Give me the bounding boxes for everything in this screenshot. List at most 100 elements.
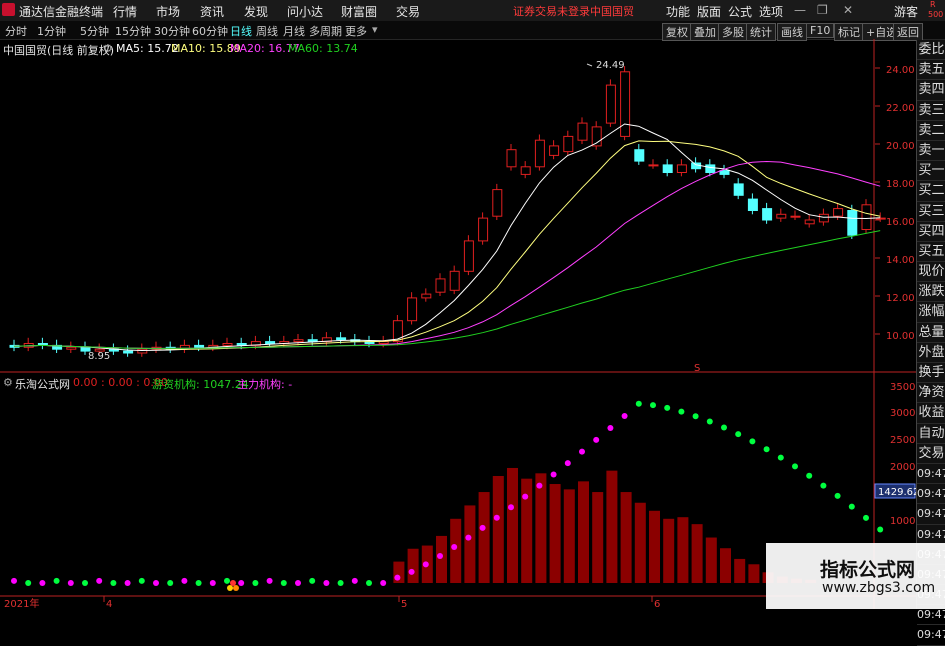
indicator-bar xyxy=(634,502,646,583)
side-panel-item: 总量 xyxy=(917,323,945,343)
ma-line xyxy=(13,230,881,349)
tab-daily[interactable]: 日线 xyxy=(230,23,252,39)
menu-layout[interactable]: 版面 xyxy=(697,3,721,20)
menu-market[interactable]: 市场 xyxy=(156,3,180,20)
quote-side-panel: 委比 卖五 卖四 卖三 卖二 卖一 买一 买二 买三 买四 买五 现价 涨跌 涨幅 总量 外盘 换手 净资 收益 自动… xyxy=(916,40,945,646)
indicator-dot xyxy=(124,580,131,586)
side-panel-item[interactable]: 09:47 xyxy=(917,464,945,485)
indicator-bar xyxy=(578,481,589,583)
menu-options[interactable]: 选项 xyxy=(759,3,783,20)
candle-body xyxy=(336,337,347,341)
side-panel-item[interactable]: 自动 xyxy=(917,424,945,444)
tab-monthly[interactable]: 月线 xyxy=(283,23,305,39)
indicator-dot xyxy=(195,580,202,586)
menu-quotes[interactable]: 行情 xyxy=(113,3,137,20)
y-tick-18: 18.00 xyxy=(886,179,915,190)
y-tick-22: 22.00 xyxy=(886,103,915,114)
y-tick-12: 12.00 xyxy=(886,293,915,304)
guest-label[interactable]: 游客 xyxy=(894,3,918,20)
indicator-bar xyxy=(492,476,504,583)
side-panel-item[interactable]: 09:47 xyxy=(917,484,945,505)
restore-icon[interactable]: ❐ xyxy=(817,3,828,17)
ind-tick-3500: 3500 xyxy=(890,382,915,393)
indicator-dot xyxy=(224,577,230,584)
more-chevron-icon[interactable]: ▾ xyxy=(372,23,378,36)
side-panel-item[interactable]: 09:47 xyxy=(917,504,945,525)
candle-body xyxy=(506,149,517,168)
indicator-dot xyxy=(380,580,387,586)
tab-more[interactable]: 更多 xyxy=(345,23,367,39)
tab-5min[interactable]: 5分钟 xyxy=(80,23,109,39)
indicator-bar xyxy=(677,517,689,583)
candle-body xyxy=(492,189,503,217)
indicator-dot xyxy=(323,580,330,586)
login-warning[interactable]: 证券交易未登录 xyxy=(513,3,590,19)
candle-body xyxy=(463,240,474,272)
watermark: 指标公式网 www.zbgs3.com xyxy=(766,543,945,609)
menu-discover[interactable]: 发现 xyxy=(244,3,268,20)
candle-body xyxy=(407,297,418,322)
menu-function[interactable]: 功能 xyxy=(666,3,690,20)
y-tick-20: 20.00 xyxy=(886,141,915,152)
candle-body xyxy=(790,215,801,218)
menu-wealth[interactable]: 财富圈 xyxy=(341,3,377,20)
candle-body xyxy=(747,198,758,212)
menu-ask[interactable]: 问小达 xyxy=(287,3,323,20)
watermark-title: 指标公式网 xyxy=(820,559,916,581)
indicator-bar xyxy=(649,510,660,583)
side-panel-item: 买四 xyxy=(917,222,945,242)
candle-body xyxy=(534,139,545,168)
candle-body xyxy=(421,293,432,299)
indicator-dot xyxy=(138,577,145,584)
y-tick-14: 14.00 xyxy=(886,255,915,266)
side-panel-item: 换手 xyxy=(917,363,945,384)
tab-multi[interactable]: 多周期 xyxy=(309,23,342,39)
ind-tick-2500: 2500 xyxy=(890,435,915,446)
x-label-4: 4 xyxy=(106,599,112,609)
indicator-dot xyxy=(692,413,699,420)
minimize-icon[interactable]: — xyxy=(794,3,806,17)
ma-line xyxy=(13,123,881,352)
indicator-dot xyxy=(11,577,17,584)
close-icon[interactable]: ✕ xyxy=(843,3,853,17)
candle-body xyxy=(478,217,489,242)
side-panel-item[interactable]: 交易 xyxy=(917,444,945,464)
candle-body xyxy=(520,166,531,175)
side-panel-item: 卖二 xyxy=(917,121,945,141)
candle-body xyxy=(833,208,844,217)
tab-1min[interactable]: 1分钟 xyxy=(37,23,66,39)
y-tick-10: 10.00 xyxy=(886,331,915,342)
tab-timeshare[interactable]: 分时 xyxy=(5,23,27,39)
candle-body xyxy=(293,339,304,343)
indicator-dot xyxy=(579,448,585,455)
indicator-bar xyxy=(464,505,476,583)
candle-body xyxy=(847,210,858,236)
indicator-bar xyxy=(748,564,760,583)
indicator-bar xyxy=(705,537,717,583)
indicator-dot xyxy=(25,580,32,586)
signal-marker-icon xyxy=(227,585,233,591)
indicator-bar xyxy=(563,489,575,583)
tab-weekly[interactable]: 周线 xyxy=(256,23,278,39)
candle-body xyxy=(549,145,560,156)
indicator-dot xyxy=(721,424,727,431)
corner-500: 500 xyxy=(928,10,944,19)
tab-60min[interactable]: 60分钟 xyxy=(192,23,228,39)
menu-formula[interactable]: 公式 xyxy=(728,3,752,20)
indicator-dot xyxy=(408,568,415,575)
indicator-dot xyxy=(209,580,216,586)
indicator-bar xyxy=(507,467,518,583)
corner-r: R xyxy=(930,0,936,9)
side-panel-item[interactable]: 09:47 xyxy=(917,625,945,646)
menu-news[interactable]: 资讯 xyxy=(200,3,224,20)
side-panel-item[interactable]: 09:47 xyxy=(917,525,945,545)
chart-canvas[interactable]: 24.00 22.00 20.00 18.00 16.00 14.00 12.0… xyxy=(0,39,916,609)
indicator-dot xyxy=(67,580,74,586)
tab-30min[interactable]: 30分钟 xyxy=(154,23,190,39)
btn-f10[interactable]: F10 xyxy=(806,23,835,38)
tab-15min[interactable]: 15分钟 xyxy=(115,23,151,39)
high-price-label: 24.49 xyxy=(596,60,625,71)
indicator-dot xyxy=(437,552,443,559)
menu-trade[interactable]: 交易 xyxy=(396,3,420,20)
candle-body xyxy=(605,84,616,124)
